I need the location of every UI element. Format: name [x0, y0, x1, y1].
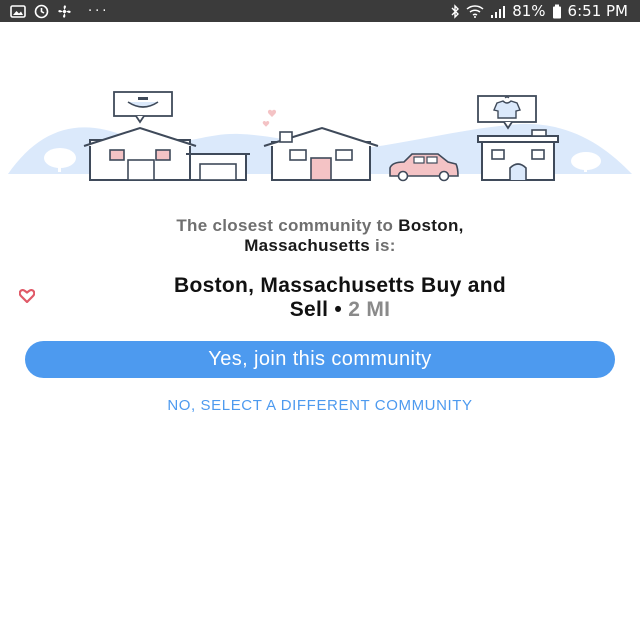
community-row: Boston, Massachusetts Buy and Sell • 2 M…	[0, 274, 640, 324]
gallery-icon	[10, 4, 26, 18]
message-region: Massachusetts	[244, 236, 370, 255]
signal-icon	[490, 5, 506, 18]
status-bar: ··· 81% 6:51 PM	[0, 0, 640, 22]
message-line-1: The closest community to Boston,	[0, 216, 640, 236]
community-distance: 2 MI	[348, 298, 391, 321]
sink-sign	[113, 91, 173, 124]
house-center	[263, 126, 379, 181]
battery-icon	[552, 4, 562, 19]
message-suffix: is:	[375, 236, 396, 255]
closest-community-message: The closest community to Boston, Massach…	[0, 216, 640, 256]
select-different-community-link[interactable]: NO, SELECT A DIFFERENT COMMUNITY	[0, 397, 640, 414]
fan-icon	[57, 4, 72, 19]
join-community-button[interactable]: Yes, join this community	[25, 341, 615, 378]
sync-icon	[34, 4, 49, 19]
message-line-2: Massachusetts is:	[0, 236, 640, 256]
wifi-icon	[466, 4, 484, 18]
message-city: Boston,	[398, 216, 464, 235]
message-prefix: The closest community to	[176, 216, 394, 235]
house-right	[477, 129, 559, 181]
status-left: ···	[0, 4, 109, 19]
battery-percent: 81%	[512, 2, 546, 20]
clock: 6:51 PM	[567, 2, 628, 20]
name-separator: •	[334, 298, 343, 321]
community-name-line-2: Sell • 2 MI	[90, 298, 590, 322]
community-name: Boston, Massachusetts Buy and Sell • 2 M…	[90, 274, 590, 322]
community-illustration	[8, 91, 632, 182]
heart-decoration-icon	[262, 109, 277, 127]
more-notifications: ···	[88, 3, 110, 19]
shirt-sign	[477, 95, 537, 130]
community-name-line-1: Boston, Massachusetts Buy and	[174, 274, 506, 297]
status-right: 81% 6:51 PM	[450, 2, 640, 20]
bluetooth-icon	[450, 3, 460, 19]
heart-icon	[18, 288, 36, 308]
community-name-end: Sell	[289, 298, 329, 321]
